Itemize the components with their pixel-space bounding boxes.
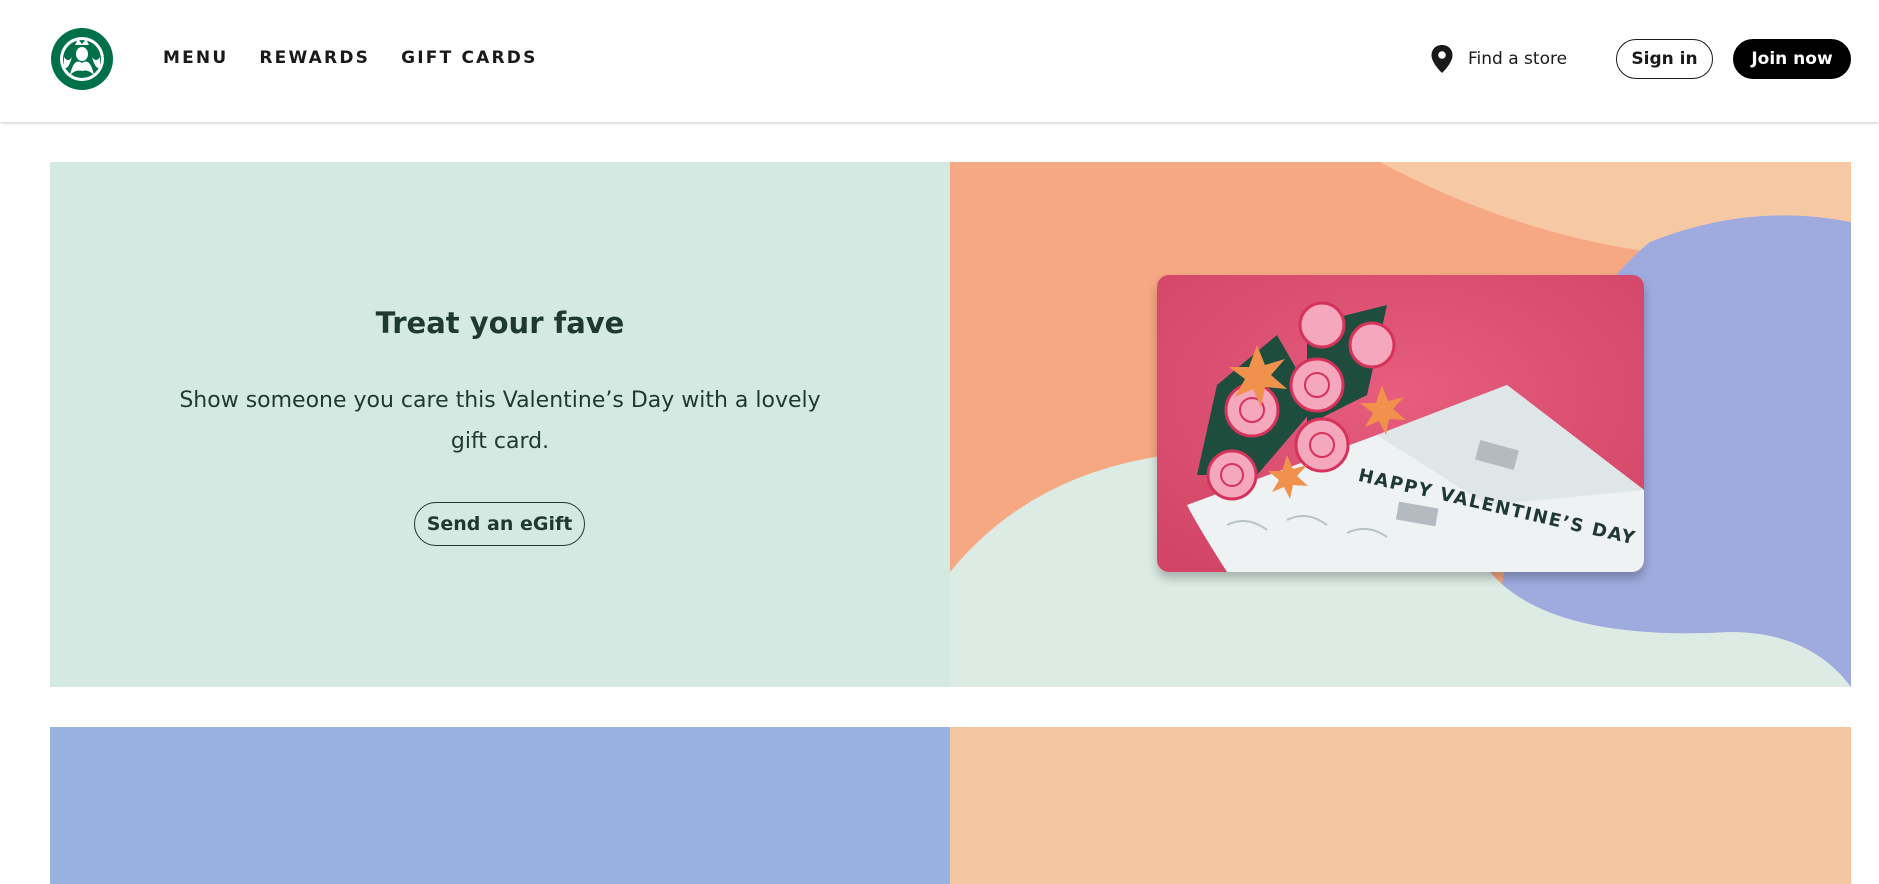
promo-tile-peach <box>950 727 1851 884</box>
sign-in-button[interactable]: Sign in <box>1616 39 1713 79</box>
nav-item-menu[interactable]: MENU <box>163 48 228 68</box>
nav-item-rewards[interactable]: REWARDS <box>259 48 370 68</box>
join-now-button[interactable]: Join now <box>1733 39 1851 79</box>
find-store-label: Find a store <box>1468 49 1568 69</box>
find-store-link[interactable]: Find a store <box>1430 44 1567 74</box>
nav-item-gift-cards[interactable]: GIFT CARDS <box>401 48 537 68</box>
promo-tile-blue <box>50 727 950 884</box>
hero-title: Treat your fave <box>375 306 625 340</box>
card-starbucks-logo-icon <box>1567 287 1631 351</box>
starbucks-logo-icon[interactable] <box>50 27 114 91</box>
valentine-gift-card-image: HAPPY VALENTINE’S DAY <box>1157 275 1644 572</box>
site-header: MENU REWARDS GIFT CARDS Find a store Sig… <box>0 0 1879 122</box>
send-egift-button[interactable]: Send an eGift <box>414 502 585 546</box>
hero-image-panel: HAPPY VALENTINE’S DAY <box>950 162 1851 687</box>
hero-text-panel: Treat your fave Show someone you care th… <box>50 162 950 687</box>
hero-description: Show someone you care this Valentine’s D… <box>179 388 821 454</box>
main-nav: MENU REWARDS GIFT CARDS <box>163 48 538 68</box>
location-pin-icon <box>1431 45 1453 73</box>
